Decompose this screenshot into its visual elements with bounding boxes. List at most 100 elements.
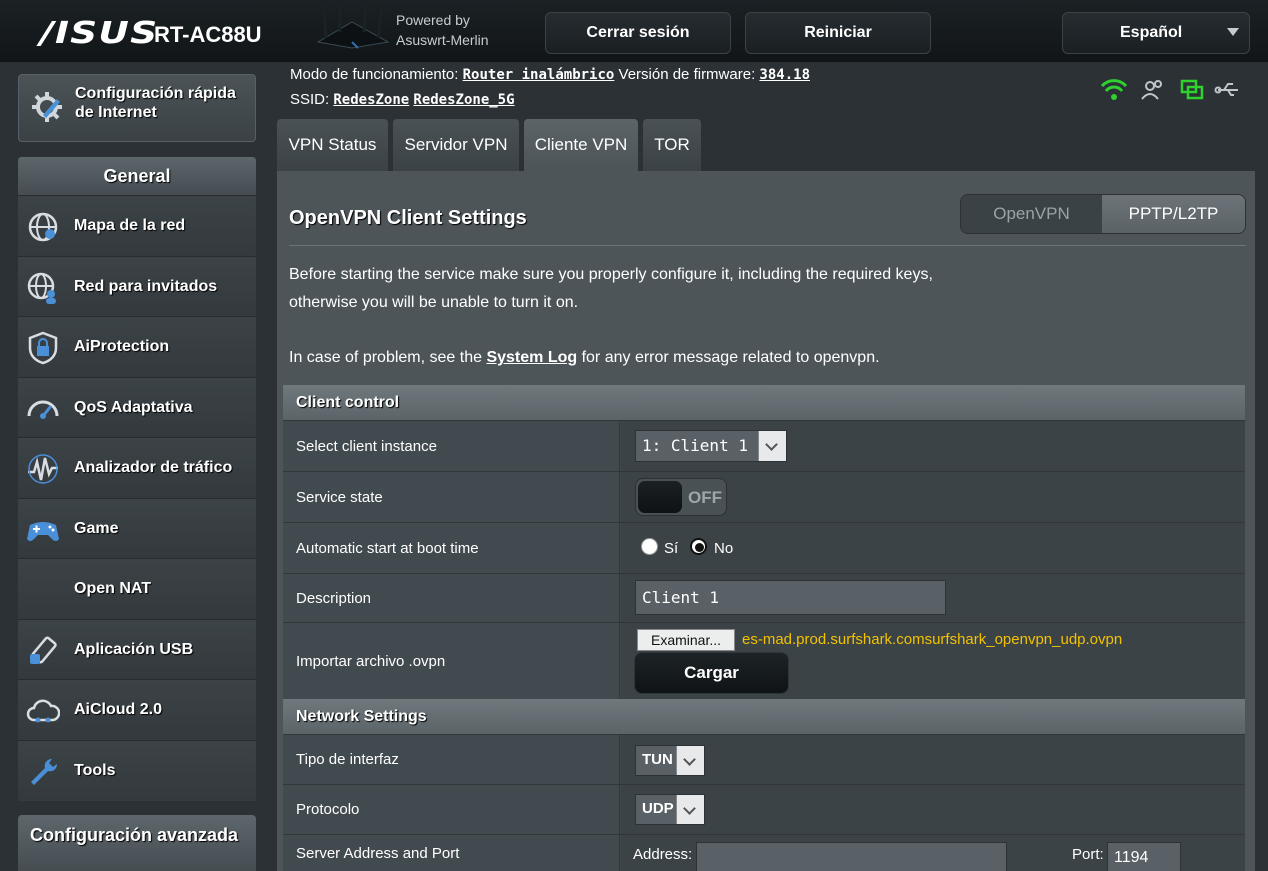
firmware-version-link[interactable]: 384.18 — [759, 67, 810, 83]
ssid-link-2[interactable]: RedesZone_5G — [413, 92, 514, 108]
browse-file-button[interactable]: Examinar... — [637, 629, 735, 651]
qos-gauge-icon — [27, 400, 59, 419]
sidebar-item-label: Game — [74, 519, 119, 537]
client-instance-cell: 1: Client 1 — [621, 421, 1245, 471]
usb-icon — [1214, 83, 1238, 96]
autostart-no-radio[interactable] — [690, 538, 707, 555]
address-label: Address: — [633, 846, 693, 863]
client-instance-row: Select client instance 1: Client 1 — [283, 420, 1245, 471]
operation-mode-label: Modo de funcionamiento: — [290, 66, 459, 83]
sidebar-item-label: QoS Adaptativa — [74, 398, 193, 416]
router-model: RT-AC88U — [154, 22, 262, 47]
language-value: Español — [1120, 24, 1183, 41]
service-state-row: Service state OFF — [283, 471, 1245, 522]
toggle-knob — [638, 481, 682, 513]
page-title: OpenVPN Client Settings — [289, 207, 527, 229]
autostart-row: Automatic start at boot time Sí No — [283, 522, 1245, 573]
sidebar-item-label: Analizador de tráfico — [74, 459, 233, 477]
client-instance-label: Select client instance — [283, 421, 620, 471]
intro-line-1: Before starting the service make sure yo… — [289, 266, 933, 283]
usb-application-icon — [30, 636, 57, 664]
chevron-down-icon — [676, 746, 704, 775]
sidebar-item-traffic-analyzer[interactable]: Analizador de tráfico — [18, 437, 256, 498]
upload-button[interactable]: Cargar — [634, 652, 789, 694]
chevron-down-icon — [1227, 28, 1239, 36]
operation-mode-link[interactable]: Router inalámbrico — [463, 67, 615, 83]
sidebar-item-label: AiCloud 2.0 — [74, 701, 163, 719]
language-select[interactable]: Español — [1062, 12, 1250, 54]
client-control-header: Client control — [283, 385, 1245, 420]
service-state-toggle[interactable]: OFF — [635, 478, 727, 516]
interface-type-select[interactable]: TUN — [635, 745, 705, 776]
network-map-icon — [28, 212, 58, 242]
network-settings-header: Network Settings — [283, 699, 1245, 734]
client-instance-select[interactable]: 1: Client 1 — [635, 430, 787, 462]
sidebar-item-label: Open NAT — [74, 580, 152, 598]
sidebar-item-tools[interactable]: Tools — [18, 739, 256, 800]
protocol-cell — [621, 785, 1245, 834]
ssid-link-1[interactable]: RedesZone — [333, 92, 409, 108]
gamepad-icon — [27, 521, 59, 541]
sidebar-item-game[interactable]: Game — [18, 497, 256, 558]
powered-by-line1: Powered by — [396, 12, 470, 28]
advanced-settings-label: Configuración avanzada — [30, 825, 239, 845]
wrench-icon — [31, 758, 58, 785]
tab-vpn-server[interactable]: Servidor VPN — [393, 119, 519, 171]
sidebar-item-qos[interactable]: QoS Adaptativa — [18, 376, 256, 437]
server-address-input[interactable] — [696, 842, 1007, 871]
description-label: Description — [283, 574, 620, 622]
hint-prefix: In case of problem, see the — [289, 349, 487, 366]
description-input[interactable]: Client 1 — [635, 580, 946, 615]
tab-tor[interactable]: TOR — [643, 119, 701, 171]
server-address-row: Server Address and Port Address: Port: 1… — [283, 834, 1245, 871]
interface-type-cell — [621, 735, 1245, 784]
traffic-analyzer-icon — [28, 454, 58, 484]
protocol-row: Protocolo UDP — [283, 784, 1245, 834]
server-address-label: Server Address and Port — [283, 835, 620, 871]
system-log-link[interactable]: System Log — [486, 349, 577, 366]
interface-type-row: Tipo de interfaz TUN — [283, 734, 1245, 784]
sidebar-item-usb-application[interactable]: Aplicación USB — [18, 618, 256, 679]
sidebar-item-guest-network[interactable]: Red para invitados — [18, 255, 256, 316]
sidebar-item-label: Red para invitados — [74, 277, 218, 295]
service-state-value: OFF — [688, 488, 722, 507]
sidebar-item-label: Aplicación USB — [74, 640, 194, 658]
status-icons — [1100, 79, 1238, 100]
quick-internet-setup-button[interactable]: Configuración rápida de Internet — [18, 74, 256, 142]
powered-by-line2: Asuswrt-Merlin — [396, 32, 489, 48]
server-port-input[interactable]: 1194 — [1107, 842, 1181, 871]
protocol-select[interactable]: UDP — [635, 794, 705, 825]
general-header: General — [18, 157, 256, 195]
sidebar-item-aiprotection[interactable]: AiProtection — [18, 316, 256, 377]
wifi-icon — [1100, 79, 1128, 100]
sidebar-item-open-nat[interactable]: Open NAT — [18, 558, 256, 619]
client-instance-value: 1: Client 1 — [642, 436, 748, 455]
operation-mode-line: Modo de funcionamiento: Router inalámbri… — [290, 66, 810, 83]
vpn-type-switch: OpenVPN PPTP/L2TP — [960, 194, 1246, 234]
autostart-yes-radio[interactable] — [641, 538, 658, 555]
firmware-label: Versión de firmware: — [618, 66, 756, 83]
internet-status-icon — [1180, 79, 1204, 100]
pptp-l2tp-button[interactable]: PPTP/L2TP — [1102, 195, 1245, 233]
reboot-button[interactable]: Reiniciar — [745, 12, 931, 54]
clients-icon — [1141, 80, 1162, 100]
sidebar-item-network-map[interactable]: Mapa de la red — [18, 195, 256, 256]
advanced-settings-header: Configuración avanzada — [18, 815, 256, 871]
aiprotection-lock-icon — [28, 331, 58, 365]
powered-by: Powered by Asuswrt-Merlin — [396, 10, 489, 50]
ssid-line: SSID: RedesZone RedesZone_5G — [290, 91, 515, 108]
sidebar-item-aicloud[interactable]: AiCloud 2.0 — [18, 679, 256, 740]
tab-vpn-status[interactable]: VPN Status — [277, 119, 388, 171]
sidebar-item-label: AiProtection — [74, 338, 170, 356]
tab-vpn-client[interactable]: Cliente VPN — [524, 119, 638, 171]
import-ovpn-label: Importar archivo .ovpn — [283, 623, 620, 699]
selected-file-name: es-mad.prod.surfshark.comsurfshark_openv… — [742, 631, 1123, 648]
autostart-label: Automatic start at boot time — [283, 523, 620, 573]
openvpn-button[interactable]: OpenVPN — [961, 195, 1102, 233]
logout-button[interactable]: Cerrar sesión — [545, 12, 731, 54]
system-log-hint: In case of problem, see the System Log f… — [289, 344, 880, 372]
guest-network-icon — [27, 272, 56, 304]
intro-line-2: otherwise you will be unable to turn it … — [289, 294, 579, 311]
router-icon — [316, 3, 390, 49]
chevron-down-icon — [676, 795, 704, 824]
